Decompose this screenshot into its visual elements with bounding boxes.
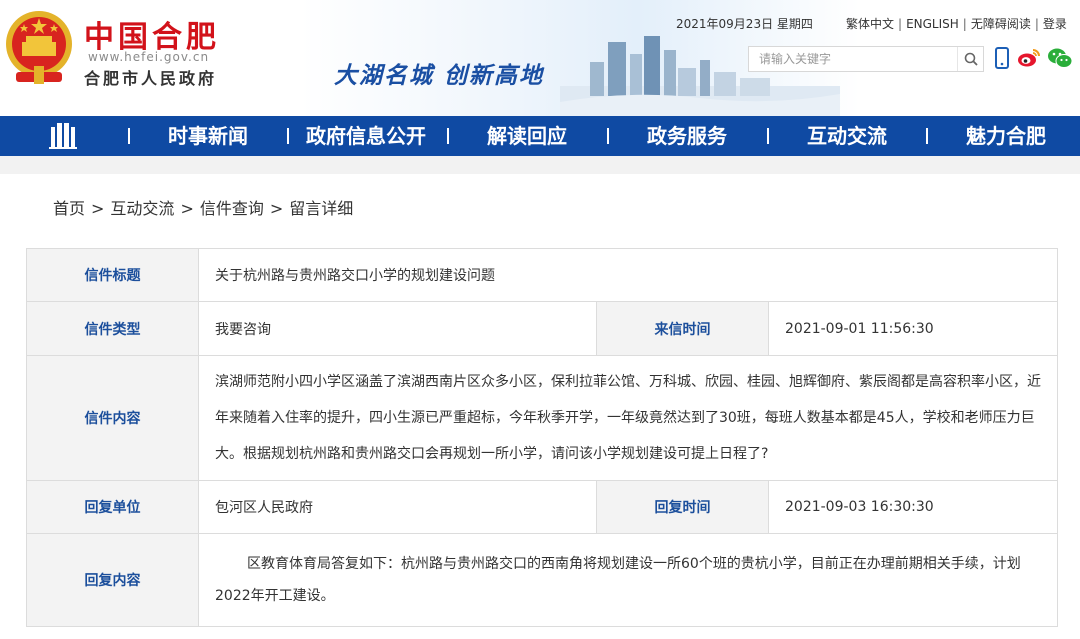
login-link[interactable]: 登录 [1043,17,1067,31]
home-building-icon[interactable] [48,121,78,151]
nav-shadow-strip [0,156,1080,174]
reply-content-label: 回复内容 [26,533,199,627]
letter-time-label: 来信时间 [596,301,769,356]
weibo-button[interactable] [1016,46,1042,70]
table-row: 回复单位 包河区人民政府 回复时间 2021-09-03 16:30:30 [26,480,1059,534]
nav-item-gov-info[interactable]: 政府信息公开 [306,116,426,156]
search-icon [964,52,978,66]
nav-divider [128,128,130,144]
letter-type-value: 我要咨询 [198,301,597,356]
nav-divider [287,128,289,144]
table-row: 回复内容 区教育体育局答复如下：杭州路与贵州路交口的西南角将规划建设一所60个班… [26,533,1059,627]
nav-item-interaction[interactable]: 互动交流 [807,116,887,156]
table-row: 信件标题 关于杭州路与贵州路交口小学的规划建设问题 [26,248,1059,302]
reply-content-value: 区教育体育局答复如下：杭州路与贵州路交口的西南角将规划建设一所60个班的贵杭小学… [197,533,1059,627]
mobile-icon [995,47,1009,69]
slogan: 大湖名城 创新高地 [334,62,545,89]
letter-type-label: 信件类型 [26,301,199,356]
accessibility-link[interactable]: 无障碍阅读 [971,17,1031,31]
breadcrumb-separator: > [180,199,194,218]
nav-item-charm-hefei[interactable]: 魅力合肥 [966,116,1046,156]
nav-item-gov-services[interactable]: 政务服务 [647,116,727,156]
breadcrumb-current: 留言详细 [289,199,354,218]
letter-time-value: 2021-09-01 11:56:30 [767,301,1059,356]
english-link[interactable]: ENGLISH [906,17,959,31]
site-government-name: 合肥市人民政府 [84,69,218,88]
nav-divider [767,128,769,144]
reply-unit-label: 回复单位 [26,480,199,534]
wechat-icon [1048,48,1073,68]
breadcrumb-letter-query[interactable]: 信件查询 [200,199,264,218]
search-button[interactable] [957,47,983,71]
main-nav: 时事新闻 政府信息公开 解读回应 政务服务 互动交流 魅力合肥 [0,116,1080,156]
reply-time-label: 回复时间 [596,480,769,534]
reply-unit-value: 包河区人民政府 [198,480,597,534]
breadcrumb-home[interactable]: 首页 [53,199,85,218]
site-header: 中国合肥 www.hefei.gov.cn 合肥市人民政府 大湖名城 创新高地 … [0,0,1080,116]
breadcrumb-separator: > [269,199,284,218]
top-links: 繁体中文 | ENGLISH | 无障碍阅读 | 登录 [846,15,1067,32]
letter-title-label: 信件标题 [26,248,199,302]
traditional-chinese-link[interactable]: 繁体中文 [846,17,894,31]
divider: | [962,17,967,31]
letter-detail-table: 信件标题 关于杭州路与贵州路交口小学的规划建设问题 信件类型 我要咨询 来信时间… [26,248,1059,627]
breadcrumb-interaction[interactable]: 互动交流 [110,199,174,218]
weibo-icon [1018,49,1040,67]
table-row: 信件类型 我要咨询 来信时间 2021-09-01 11:56:30 [26,301,1059,356]
letter-title-value: 关于杭州路与贵州路交口小学的规划建设问题 [197,248,1059,302]
divider: | [1034,17,1039,31]
divider: | [898,17,903,31]
wechat-button[interactable] [1046,46,1074,70]
table-row: 信件内容 滨湖师范附小四小学区涵盖了滨湖西南片区众多小区，保利拉菲公馆、万科城、… [26,355,1059,481]
national-emblem-logo [6,11,72,84]
site-url: www.hefei.gov.cn [88,50,210,64]
breadcrumb-separator: > [91,199,105,218]
mobile-button[interactable] [990,46,1014,70]
search-input[interactable] [749,47,957,71]
nav-item-interpretation[interactable]: 解读回应 [487,116,567,156]
letter-content-label: 信件内容 [26,355,199,481]
nav-item-news[interactable]: 时事新闻 [168,116,248,156]
current-date: 2021年09月23日 星期四 [676,17,813,31]
city-skyline-image [560,36,840,116]
nav-divider [926,128,928,144]
breadcrumb: 首页 > 互动交流 > 信件查询 > 留言详细 [53,195,353,219]
reply-time-value: 2021-09-03 16:30:30 [767,480,1059,534]
nav-divider [607,128,609,144]
nav-divider [447,128,449,144]
search-box [748,46,984,72]
letter-content-value: 滨湖师范附小四小学区涵盖了滨湖西南片区众多小区，保利拉菲公馆、万科城、欣园、桂园… [197,355,1059,481]
